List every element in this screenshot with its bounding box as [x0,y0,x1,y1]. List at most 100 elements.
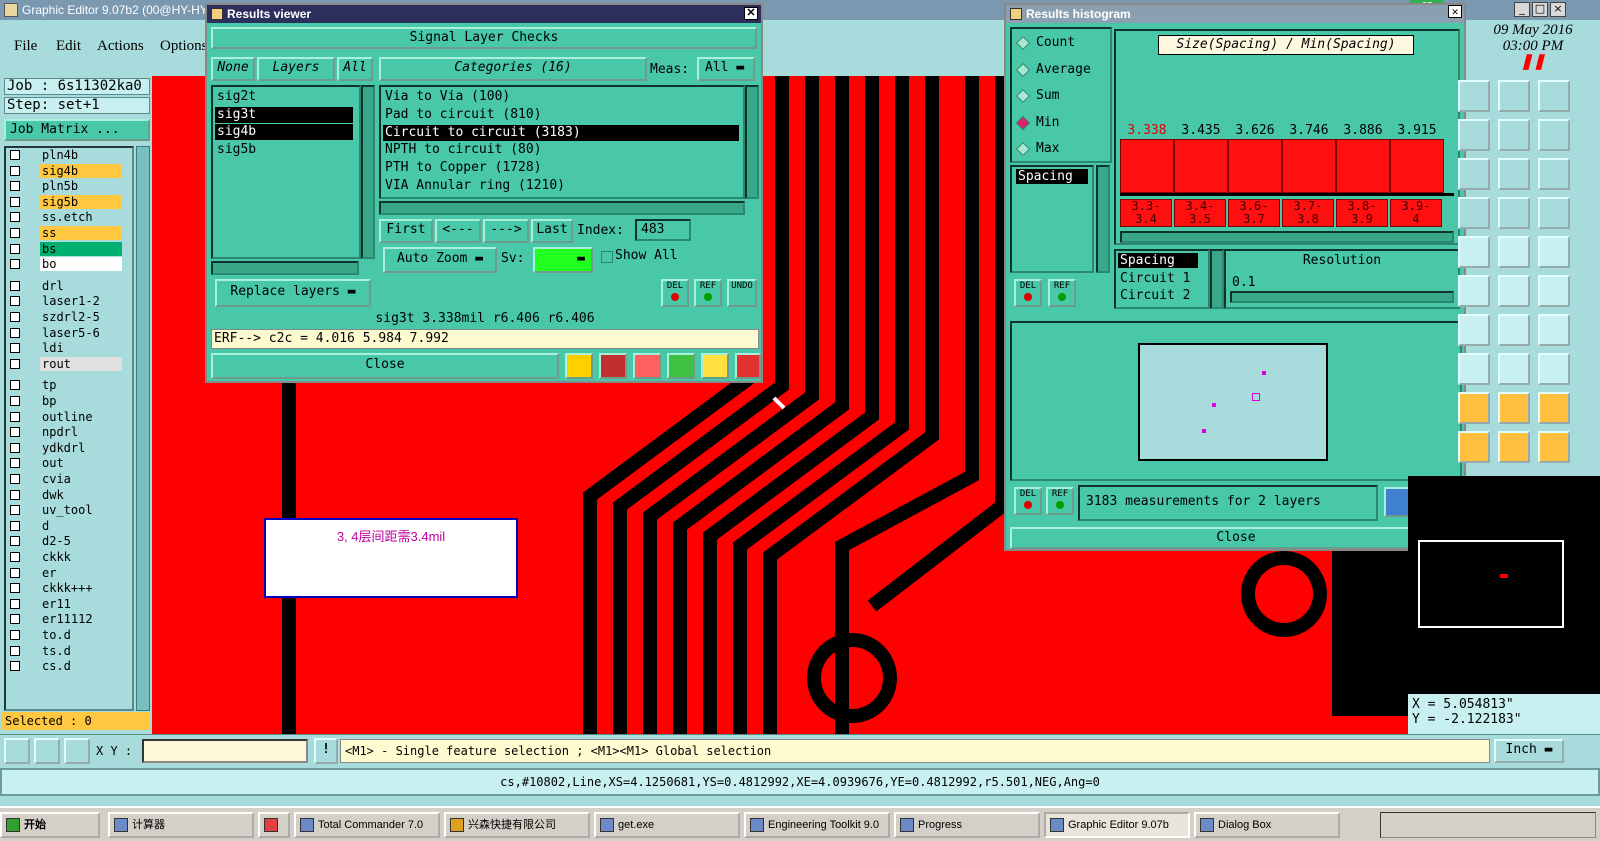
signal-layer-checks-header[interactable]: Signal Layer Checks [211,27,757,49]
category-scrollbar[interactable] [745,85,759,199]
export-icon[interactable] [667,353,695,379]
result-layer-item[interactable]: sig2t [215,89,353,105]
close-icon[interactable]: ✕ [1448,5,1462,18]
show-all-checkbox[interactable] [601,251,613,263]
minimize-button[interactable]: _ [1514,2,1530,17]
results-close-button[interactable]: Close [211,353,559,379]
hist-del-button[interactable]: DEL [1014,279,1042,307]
ref-button[interactable]: REF [694,279,722,307]
units-dropdown[interactable]: Inch ▬ [1494,739,1564,763]
category-item[interactable]: Circuit to circuit (3183) [383,124,739,141]
layer-row[interactable]: laser1-2 [8,294,122,309]
layer-checkbox[interactable] [10,396,20,406]
xy-input[interactable] [142,739,308,763]
layer-checkbox[interactable] [10,536,20,547]
fit-icon[interactable] [1498,353,1530,385]
layer-checkbox[interactable] [10,520,20,531]
layer-row[interactable]: tp [8,378,122,393]
camera-icon[interactable] [599,353,627,379]
layer-checkbox[interactable] [10,583,20,594]
layer-row[interactable]: sig5b [8,194,122,209]
menu-edit[interactable]: Edit [56,38,81,55]
layer-list[interactable]: pln4b sig4b pln5b sig5b ss.etch ss bs bo drl lase… [4,146,134,711]
task-engineering-toolkit[interactable]: Engineering Toolkit 9.0 [744,812,890,838]
layer-row[interactable]: to.d [8,628,122,642]
meas-dropdown[interactable]: All ▬ [697,57,755,81]
layer-checkbox[interactable] [10,411,20,422]
layers-button[interactable]: Layers [257,57,335,81]
resolution-slider[interactable] [1230,291,1454,303]
layer-row[interactable]: sig4b [8,163,122,178]
restore-button[interactable]: □ [1532,2,1548,17]
task-company[interactable]: 兴森快捷有限公司 [444,812,590,838]
cut-icon[interactable] [1458,314,1490,346]
layer-row[interactable]: er [8,565,122,580]
category-item[interactable]: Via to Via (100) [383,89,739,105]
del-button[interactable]: DEL [661,279,689,307]
ruler-icon[interactable] [1498,236,1530,268]
layer-row[interactable]: ss [8,226,122,240]
histogram-bar[interactable] [1282,139,1336,193]
all-button[interactable]: All [337,57,373,81]
link-icon[interactable] [1458,119,1490,151]
result-layer-item[interactable]: sig3t [215,106,353,123]
cross-icon[interactable] [1458,275,1490,307]
result-layer-item[interactable]: sig4b [215,124,353,140]
measure-list[interactable]: Spacing [1010,165,1094,273]
layer-row[interactable]: rout [8,356,122,371]
erf-icon[interactable] [633,353,661,379]
layer-checkbox[interactable] [10,228,20,238]
layer-checkbox[interactable] [10,505,20,516]
layer-checkbox[interactable] [10,598,20,609]
layer-row[interactable]: ts.d [8,643,122,658]
histogram-bar[interactable] [1336,139,1390,193]
pointer3-icon[interactable] [1538,431,1570,463]
replace-layers-dropdown[interactable]: Replace layers ▬ [215,279,371,307]
task-calculator[interactable]: 计算器 [108,812,254,838]
alert-icon[interactable]: ! [314,738,338,764]
layer-checkbox[interactable] [10,150,20,160]
histogram-bar[interactable] [1390,139,1444,193]
task-get-exe[interactable]: get.exe [594,812,740,838]
layer-checkbox[interactable] [10,181,20,192]
layer-checkbox[interactable] [10,327,20,338]
triangle2-icon[interactable] [1498,392,1530,424]
layer-row[interactable]: npdrl [8,425,122,440]
rotate-icon[interactable] [1498,119,1530,151]
result-layer-item[interactable]: sig5b [215,142,353,158]
chart-hscroll[interactable] [1120,231,1454,243]
preview-panel[interactable] [1010,321,1462,481]
stack-icon[interactable] [1538,314,1570,346]
layer-checkbox[interactable] [10,212,20,223]
measure-item-spacing[interactable]: Spacing [1016,169,1088,184]
layer-row[interactable]: ckkk+++ [8,581,122,596]
layer-row[interactable]: d [8,518,122,533]
layer-row[interactable]: d2-5 [8,534,122,549]
circuit2-item[interactable]: Circuit 2 [1120,288,1190,303]
histogram-close-button[interactable]: Close [1010,527,1462,549]
layer-checkbox[interactable] [10,552,20,562]
layer-row[interactable]: dwk [8,487,122,502]
layer-row[interactable]: bo [8,257,122,272]
snap-icon[interactable] [4,738,30,764]
report-icon[interactable] [701,353,729,379]
layer-row[interactable]: er11 [8,596,122,611]
layer-checkbox[interactable] [10,196,20,207]
spacing-item[interactable]: Spacing [1118,253,1198,268]
layer-result-list[interactable]: sig2t sig3t sig4b sig5b [211,85,361,259]
first-button[interactable]: First [379,219,433,243]
layer-checkbox[interactable] [10,343,20,354]
category-list[interactable]: Via to Via (100) Pad to circuit (810) Circ… [379,85,745,199]
layer-checkbox[interactable] [10,280,20,291]
layer-icon[interactable] [1458,197,1490,229]
layer-list-scrollbar[interactable] [136,146,150,711]
circuit1-item[interactable]: Circuit 1 [1120,271,1190,286]
layer-checkbox[interactable] [10,442,20,453]
spacing-list[interactable]: Spacing Circuit 1 Circuit 2 [1114,249,1210,309]
undo-button[interactable]: UNDO [727,279,757,307]
pointer2-icon[interactable] [1498,431,1530,463]
layer-checkbox[interactable] [10,489,20,500]
none-button[interactable]: None [211,57,255,81]
layer-checkbox[interactable] [10,567,20,578]
task-chrome[interactable] [258,812,290,838]
